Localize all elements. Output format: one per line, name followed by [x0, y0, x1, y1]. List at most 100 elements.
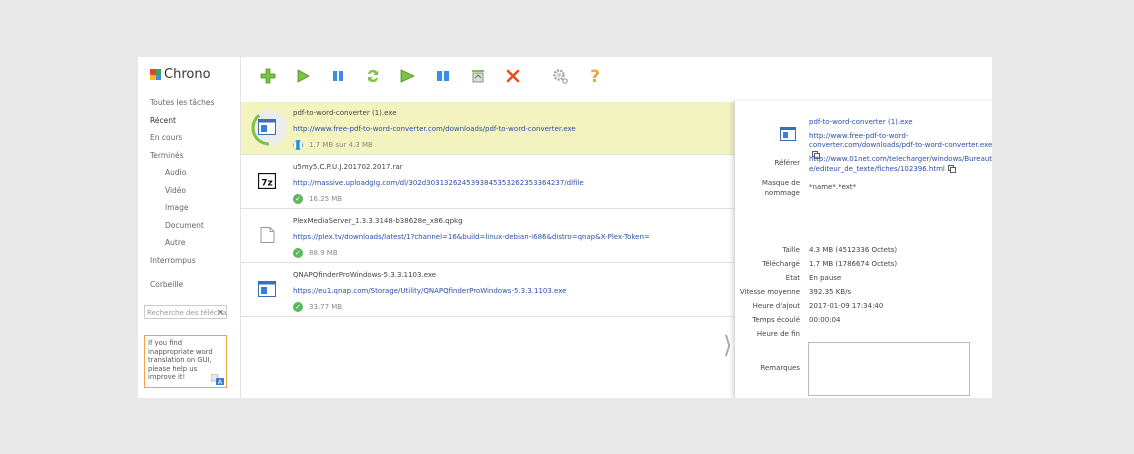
search-placeholder: Recherche des téléchargements [147, 309, 227, 317]
sidebar-item-termin-s[interactable]: Terminés [138, 147, 240, 165]
sidebar-item-audio[interactable]: Audio [138, 164, 240, 182]
field-value-telecharge: 1.7 MB (1786674 Octets) [809, 260, 898, 268]
sidebar-item-toutes-les-t-ches[interactable]: Toutes les tâches [138, 94, 240, 112]
plus-icon [260, 68, 276, 84]
download-name: PlexMediaServer_1.3.3.3148-b38628e_x86.q… [293, 217, 463, 225]
referer-label: Référer [774, 159, 800, 167]
check-icon: ✓ [293, 248, 303, 258]
referer-line-2[interactable]: e/editeur_de_texte/fiches/102396.html [809, 165, 945, 173]
app-title: Chrono [164, 67, 211, 82]
download-name: u5my5.C.P.U.J.201702.2017.rar [293, 163, 403, 171]
download-status-text: 88.9 MB [309, 249, 338, 257]
referer-line-1[interactable]: http://www.01net.com/telecharger/windows… [809, 155, 992, 165]
check-icon: ✓ [293, 302, 303, 312]
exe-icon [258, 281, 276, 297]
download-status: ✓ 88.9 MB [293, 248, 338, 258]
translate-icon[interactable]: A [211, 374, 224, 385]
pause-all-button[interactable] [433, 66, 453, 86]
clear-search-icon[interactable]: ✕ [217, 306, 224, 318]
gear-icon [553, 69, 568, 84]
svg-text:7z: 7z [261, 179, 273, 189]
download-status: ✓ 33.77 MB [293, 302, 342, 312]
mask-value: *name*.*ext* [809, 183, 857, 191]
chrono-app: Chrono Toutes les tâches Récent En cours Te… [138, 57, 992, 398]
details-file-block: pdf-to-word-converter (1).exe http://www… [809, 118, 992, 160]
exe-icon [780, 127, 796, 141]
sidebar-item-vid-o[interactable]: Vidéo [138, 182, 240, 200]
sidebar: Chrono Toutes les tâches Récent En cours Te… [138, 57, 241, 398]
app-logo: Chrono [150, 67, 211, 82]
svg-text:?: ? [590, 67, 600, 85]
field-value-vitesse-moyenne: 392.35 KB/s [809, 288, 852, 296]
mask-label-line-2: nommage [764, 188, 800, 197]
refresh-icon [368, 69, 378, 83]
pause-icon [333, 71, 343, 81]
details-filename[interactable]: pdf-to-word-converter (1).exe [809, 118, 992, 128]
download-status-text: 1.7 MB sur 4.3 MB [309, 141, 373, 149]
field-label-vitesse-moyenne: Vitesse moyenne [739, 288, 800, 296]
download-status: ❚❚ 1.7 MB sur 4.3 MB [292, 140, 373, 150]
field-value-heure-d-ajout: 2017-01-09 17:34:40 [809, 302, 884, 310]
toolbar: ? [241, 57, 992, 102]
remarks-textarea[interactable] [808, 342, 970, 396]
field-value-temps-ecoule: 00:00:04 [809, 316, 841, 324]
download-url[interactable]: http://www.free-pdf-to-word-converter.co… [293, 125, 576, 133]
sidebar-item-image[interactable]: Image [138, 199, 240, 217]
close-icon [506, 69, 520, 83]
trash-icon [472, 70, 484, 83]
help-text: If you find inappropriate word translati… [148, 339, 213, 381]
question-icon: ? [590, 67, 600, 85]
settings-button[interactable] [550, 66, 570, 86]
sidebar-item-corbeille[interactable]: Corbeille [138, 276, 240, 294]
help-button[interactable]: ? [585, 66, 605, 86]
download-name: QNAPQfinderProWindows-5.3.3.1103.exe [293, 271, 437, 279]
play-icon [297, 69, 310, 83]
mask-label: Masque de nommage [762, 179, 800, 198]
download-status-text: 16.25 MB [309, 195, 343, 203]
details-panel: pdf-to-word-converter (1).exe http://www… [734, 101, 992, 398]
sidebar-item-interrompus[interactable]: Interrompus [138, 252, 240, 270]
start-all-button[interactable] [398, 66, 418, 86]
pause-button[interactable] [328, 66, 348, 86]
clear-completed-button[interactable] [468, 66, 488, 86]
field-label-heure-d-ajout: Heure d'ajout [752, 302, 800, 310]
collapse-details-button[interactable]: ⟩ [723, 331, 732, 359]
sidebar-item-autre[interactable]: Autre [138, 234, 240, 252]
file-icon [258, 227, 276, 243]
chrono-logo-icon [150, 69, 161, 80]
copy-icon[interactable] [947, 164, 956, 173]
download-url[interactable]: https://eu1.qnap.com/Storage/Utility/QNA… [293, 287, 566, 295]
download-name: pdf-to-word-converter (1).exe [293, 109, 397, 117]
search-input[interactable]: Recherche des téléchargements ✕ [144, 305, 227, 319]
7z-icon: 7z [257, 172, 277, 190]
details-url-line-2[interactable]: converter.com/downloads/pdf-to-word-conv… [809, 141, 992, 149]
translation-help-box[interactable]: If you find inappropriate word translati… [144, 335, 227, 388]
field-value-taille: 4.3 MB (4512336 Octets) [809, 246, 898, 254]
check-icon: ✓ [293, 194, 303, 204]
field-label-telecharge: Téléchargé [762, 260, 800, 268]
sidebar-item-r-cent[interactable]: Récent [138, 112, 240, 130]
exe-icon [258, 119, 276, 135]
add-button[interactable] [258, 66, 278, 86]
download-url[interactable]: http://massive.uploadgig.com/dl/302d3031… [293, 179, 584, 187]
download-status: ✓ 16.25 MB [293, 194, 342, 204]
start-button[interactable] [293, 66, 313, 86]
sidebar-nav: Toutes les tâches Récent En cours Terminés A… [138, 94, 240, 294]
retry-button[interactable] [363, 66, 383, 86]
field-label-taille: Taille [782, 246, 800, 254]
field-label-heure-de-fin: Heure de fin [756, 330, 800, 338]
delete-button[interactable] [503, 66, 523, 86]
field-label-temps-ecoule: Temps écoulé [752, 316, 800, 324]
referer-value: http://www.01net.com/telecharger/windows… [809, 155, 992, 174]
remarks-label: Remarques [760, 364, 800, 372]
details-url-line-1[interactable]: http://www.free-pdf-to-word- [809, 132, 992, 142]
download-url[interactable]: https://plex.tv/downloads/latest/1?chann… [293, 233, 650, 241]
play-all-icon [400, 69, 415, 83]
sidebar-item-en-cours[interactable]: En cours [138, 129, 240, 147]
sidebar-item-document[interactable]: Document [138, 217, 240, 235]
mask-label-line-1: Masque de [761, 179, 800, 187]
pause-all-icon [437, 71, 449, 81]
paused-icon: ❚❚ [292, 140, 304, 150]
field-label-etat: Etat [785, 274, 800, 282]
field-value-etat: En pause [809, 274, 842, 282]
